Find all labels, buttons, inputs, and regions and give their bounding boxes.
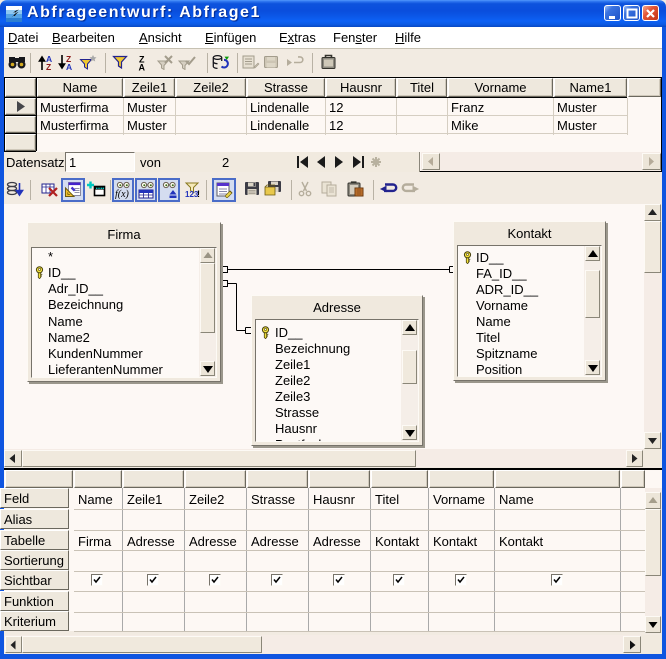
svg-text:A: A	[66, 62, 72, 71]
svg-text:f(x): f(x)	[115, 189, 130, 199]
svg-text:Z: Z	[46, 62, 51, 71]
svg-text:A: A	[139, 63, 146, 72]
svg-text:!: !	[197, 189, 200, 199]
